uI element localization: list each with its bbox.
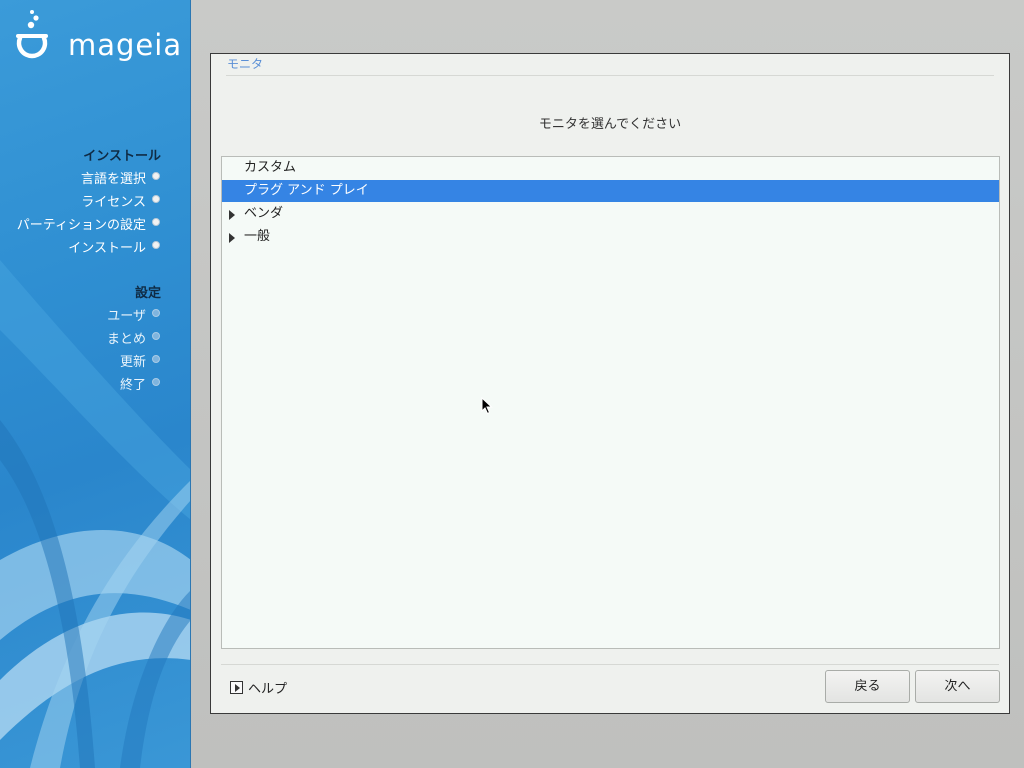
nav-item-updates: 更新 <box>119 355 146 370</box>
expand-arrow-icon[interactable] <box>229 210 235 220</box>
title-separator <box>226 75 994 76</box>
nav-section-config: 設定 <box>134 286 161 301</box>
mouse-cursor-icon <box>481 397 493 415</box>
tree-item-label: カスタム <box>244 160 297 175</box>
tree-item-label: ベンダ <box>244 206 284 221</box>
bottom-separator <box>221 664 999 665</box>
sidebar-background <box>0 260 190 768</box>
tree-item-label: プラグ アンド プレイ <box>244 183 369 198</box>
dialog-subtitle: モニタを選んでください <box>538 117 682 132</box>
tree-item-custom[interactable]: カスタム <box>222 157 999 179</box>
nav-item-summary: まとめ <box>106 332 146 347</box>
monitor-dialog: モニタ モニタを選んでください カスタム プラグ アンド プレイ ベンダ 一般 … <box>210 53 1010 714</box>
next-button[interactable]: 次へ <box>915 670 1000 703</box>
step-pending-icon <box>152 332 160 340</box>
step-done-icon <box>152 218 160 226</box>
tree-item-vendor[interactable]: ベンダ <box>222 203 999 225</box>
expand-arrow-icon[interactable] <box>229 233 235 243</box>
step-pending-icon <box>152 355 160 363</box>
nav-item-install: インストール <box>68 241 146 256</box>
nav-item-partitioning: パーティションの設定 <box>16 218 146 233</box>
nav-item-license: ライセンス <box>81 195 146 210</box>
nav-item-user: ユーザ <box>107 309 146 324</box>
help-expand-icon <box>230 680 243 694</box>
help-button[interactable]: ヘルプ <box>230 678 288 697</box>
dialog-title: モニタ <box>227 57 264 71</box>
tree-item-label: 一般 <box>244 229 271 244</box>
logo-text: mageia <box>68 28 183 62</box>
nav-item-exit: 終了 <box>119 378 146 393</box>
sidebar: mageia インストール 言語を選択 ライセンス パーティションの設定 インス… <box>0 0 191 768</box>
tree-item-generic[interactable]: 一般 <box>222 226 999 248</box>
step-done-icon <box>152 172 160 180</box>
step-done-icon <box>152 195 160 203</box>
mageia-cauldron-icon <box>16 10 48 59</box>
back-button[interactable]: 戻る <box>825 670 910 703</box>
nav-section-install: インストール <box>83 149 161 164</box>
help-label: ヘルプ <box>248 681 288 697</box>
mageia-logo: mageia <box>14 8 184 64</box>
nav-item-language: 言語を選択 <box>80 172 146 187</box>
tree-item-plug-and-play[interactable]: プラグ アンド プレイ <box>222 180 999 202</box>
step-pending-icon <box>152 378 160 386</box>
step-pending-icon <box>152 309 160 317</box>
step-done-icon <box>152 241 160 249</box>
monitor-tree[interactable]: カスタム プラグ アンド プレイ ベンダ 一般 <box>221 156 1000 649</box>
